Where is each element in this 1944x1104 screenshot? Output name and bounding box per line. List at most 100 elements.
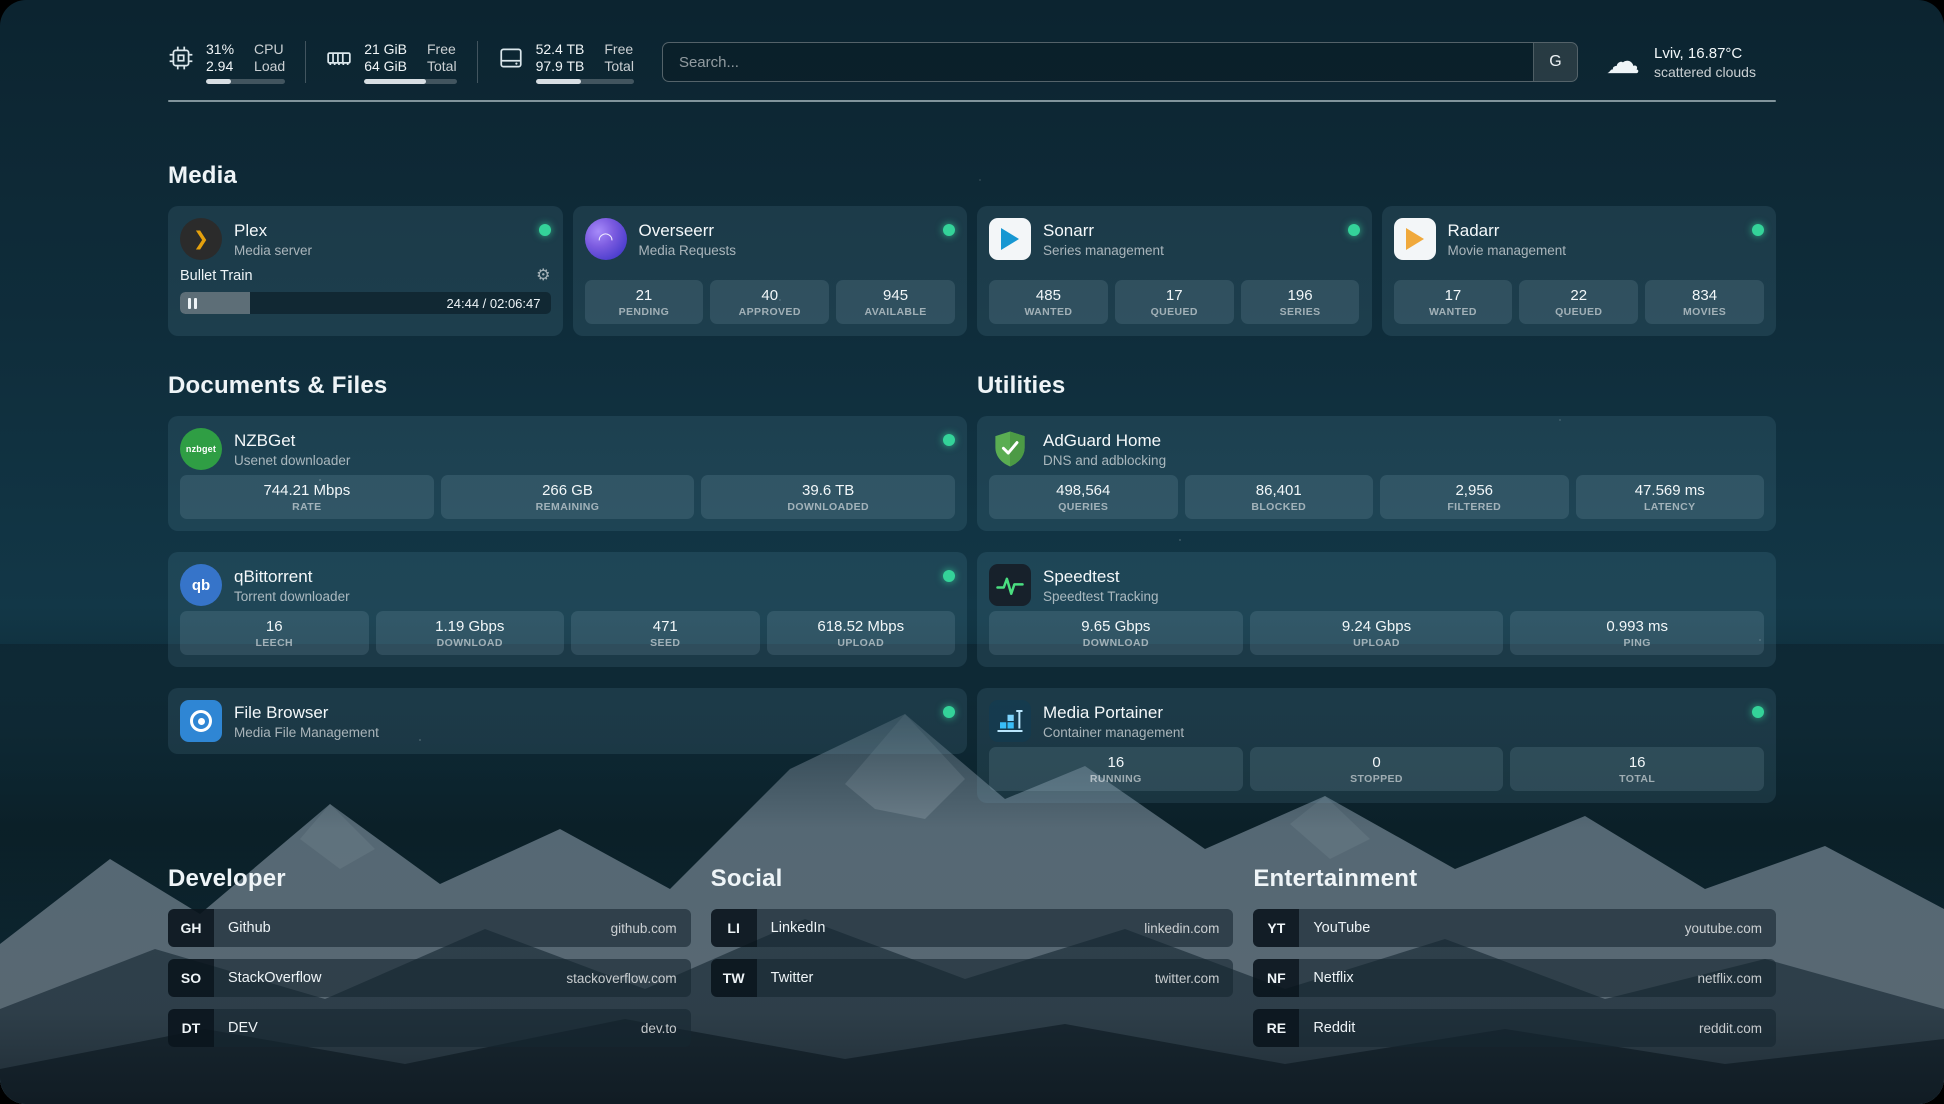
bookmark-dev[interactable]: DT DEV dev.to <box>168 1009 691 1047</box>
section-title-social: Social <box>711 865 1234 893</box>
playback-time: 24:44 / 02:06:47 <box>447 296 551 311</box>
stat-wanted: 485 WANTED <box>989 280 1108 324</box>
speedtest-icon <box>989 564 1031 606</box>
card-qbittorrent[interactable]: qb qBittorrent Torrent downloader 16 LEE… <box>168 552 967 667</box>
disk-free: 52.4 TB <box>536 41 585 57</box>
bookmark-twitter[interactable]: TW Twitter twitter.com <box>711 959 1234 997</box>
disk-total-label: Total <box>604 58 634 74</box>
status-dot <box>943 434 955 446</box>
section-entertainment: Entertainment YT YouTube youtube.com NF … <box>1253 865 1776 1059</box>
stat-total: 16 TOTAL <box>1510 747 1764 791</box>
memory-icon <box>326 45 352 76</box>
status-dot <box>943 706 955 718</box>
bookmark-netflix[interactable]: NF Netflix netflix.com <box>1253 959 1776 997</box>
service-subtitle: Container management <box>1043 725 1184 740</box>
bookmark-abbr: LI <box>711 909 757 947</box>
bookmark-abbr: RE <box>1253 1009 1299 1047</box>
service-name: Radarr <box>1448 221 1567 241</box>
now-playing-title: Bullet Train <box>180 268 253 284</box>
bookmark-name: StackOverflow <box>228 970 321 986</box>
stat-filtered: 2,956 FILTERED <box>1380 475 1569 519</box>
cpu-widget: 31% CPU 2.94 Load <box>168 41 285 84</box>
service-subtitle: Media server <box>234 243 312 258</box>
bookmark-url: twitter.com <box>1155 971 1234 986</box>
status-dot <box>943 570 955 582</box>
section-title-media: Media <box>168 162 1776 190</box>
card-overseerr[interactable]: ◠ Overseerr Media Requests 21 PENDING <box>573 206 968 336</box>
bookmark-name: Netflix <box>1313 970 1353 986</box>
card-filebrowser[interactable]: File Browser Media File Management <box>168 688 967 754</box>
stat-rate: 744.21 Mbps RATE <box>180 475 434 519</box>
section-utilities: Utilities AdGuard Home <box>977 372 1776 803</box>
bookmark-abbr: NF <box>1253 959 1299 997</box>
bookmark-url: linkedin.com <box>1144 921 1233 936</box>
bookmark-url: stackoverflow.com <box>566 971 690 986</box>
memory-progress-bar <box>364 79 456 84</box>
stat-series: 196 SERIES <box>1241 280 1360 324</box>
stat-upload: 618.52 Mbps UPLOAD <box>767 611 956 655</box>
stat-available: 945 AVAILABLE <box>836 280 955 324</box>
memory-total-label: Total <box>427 58 457 74</box>
memory-free: 21 GiB <box>364 41 407 57</box>
cpu-percent: 31% <box>206 41 234 57</box>
service-name: Media Portainer <box>1043 703 1184 723</box>
card-portainer[interactable]: Media Portainer Container management 16 … <box>977 688 1776 803</box>
section-developer: Developer GH Github github.com SO StackO… <box>168 865 691 1059</box>
sonarr-icon <box>989 218 1031 260</box>
divider <box>477 41 478 83</box>
pause-icon[interactable] <box>188 298 197 309</box>
bookmark-url: youtube.com <box>1685 921 1776 936</box>
disk-total: 97.9 TB <box>536 58 585 74</box>
stat-download: 9.65 Gbps DOWNLOAD <box>989 611 1243 655</box>
stat-download: 1.19 Gbps DOWNLOAD <box>376 611 565 655</box>
bookmark-abbr: GH <box>168 909 214 947</box>
service-name: File Browser <box>234 703 379 723</box>
bookmark-abbr: DT <box>168 1009 214 1047</box>
card-nzbget[interactable]: nzbget NZBGet Usenet downloader 744.21 M… <box>168 416 967 531</box>
header-divider <box>168 100 1776 102</box>
section-title-documents: Documents & Files <box>168 372 967 400</box>
top-bar: 31% CPU 2.94 Load <box>168 0 1776 94</box>
service-subtitle: Media File Management <box>234 725 379 740</box>
bookmark-url: reddit.com <box>1699 1021 1776 1036</box>
service-name: AdGuard Home <box>1043 431 1166 451</box>
bookmark-name: Reddit <box>1313 1020 1355 1036</box>
card-speedtest[interactable]: Speedtest Speedtest Tracking 9.65 Gbps D… <box>977 552 1776 667</box>
adguard-icon <box>989 428 1031 470</box>
bookmark-abbr: SO <box>168 959 214 997</box>
search-provider-button[interactable]: G <box>1533 43 1577 81</box>
plex-icon: ❯ <box>180 218 222 260</box>
bookmark-abbr: TW <box>711 959 757 997</box>
card-adguard[interactable]: AdGuard Home DNS and adblocking 498,564 … <box>977 416 1776 531</box>
dashboard-screen: 31% CPU 2.94 Load <box>0 0 1944 1104</box>
cpu-label: CPU <box>254 41 285 57</box>
memory-total: 64 GiB <box>364 58 407 74</box>
card-radarr[interactable]: Radarr Movie management 17 WANTED 22 QUE… <box>1382 206 1777 336</box>
search-input[interactable] <box>663 43 1533 81</box>
search-bar: G <box>662 42 1578 82</box>
playback-progress-bar[interactable]: 24:44 / 02:06:47 <box>180 292 551 314</box>
gear-icon[interactable]: ⚙ <box>536 268 550 284</box>
bookmark-reddit[interactable]: RE Reddit reddit.com <box>1253 1009 1776 1047</box>
bookmark-github[interactable]: GH Github github.com <box>168 909 691 947</box>
service-subtitle: Series management <box>1043 243 1164 258</box>
bookmark-stackoverflow[interactable]: SO StackOverflow stackoverflow.com <box>168 959 691 997</box>
bookmark-linkedin[interactable]: LI LinkedIn linkedin.com <box>711 909 1234 947</box>
stat-blocked: 86,401 BLOCKED <box>1185 475 1374 519</box>
bookmark-abbr: YT <box>1253 909 1299 947</box>
weather-widget[interactable]: ☁ Lviv, 16.87°C scattered clouds <box>1606 45 1776 80</box>
disk-widget: 52.4 TB Free 97.9 TB Total <box>498 41 634 84</box>
stat-wanted: 17 WANTED <box>1394 280 1513 324</box>
overseerr-icon: ◠ <box>585 218 627 260</box>
card-plex[interactable]: ❯ Plex Media server Bullet Train ⚙ <box>168 206 563 336</box>
bookmark-url: netflix.com <box>1697 971 1776 986</box>
stat-queries: 498,564 QUERIES <box>989 475 1178 519</box>
stat-pending: 21 PENDING <box>585 280 704 324</box>
cpu-icon <box>168 45 194 76</box>
section-media: Media ❯ Plex Media server Bullet Train <box>168 162 1776 336</box>
card-sonarr[interactable]: Sonarr Series management 485 WANTED 17 Q… <box>977 206 1372 336</box>
stat-seed: 471 SEED <box>571 611 760 655</box>
bookmark-name: DEV <box>228 1020 258 1036</box>
bookmark-youtube[interactable]: YT YouTube youtube.com <box>1253 909 1776 947</box>
bookmark-url: dev.to <box>641 1021 691 1036</box>
